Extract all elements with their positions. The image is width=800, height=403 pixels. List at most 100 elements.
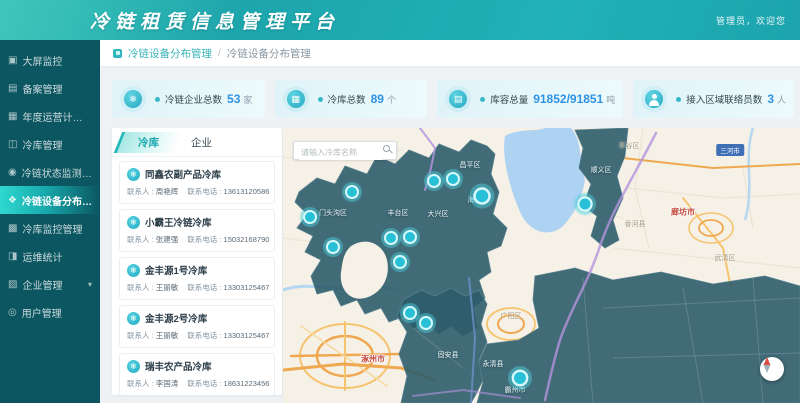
panel-tabs: 冷库 企业 <box>112 128 282 157</box>
stat-unit: 人 <box>777 93 786 106</box>
map-search-input[interactable] <box>299 145 383 160</box>
bullet-dot-icon <box>480 97 485 102</box>
breadcrumb-current: 冷链设备分布管理 <box>227 46 311 61</box>
stat-unit: 家 <box>243 93 252 106</box>
sidebar-item-label: 大屏监控 <box>22 53 62 68</box>
store-list-item[interactable]: ❄ 同鑫农副产品冷库联系人 : 周艳辉联系电话 : 13613120586 <box>119 161 275 204</box>
compass-needle-icon <box>760 357 774 373</box>
sidebar-item-label: 冷库监控管理 <box>22 221 82 236</box>
store-contact-row: 联系人 : 张建强联系电话 : 15032168790 <box>127 234 267 245</box>
user-greeting[interactable]: 管理员，欢迎您 <box>716 14 786 27</box>
coldstore-cluster-marker[interactable] <box>400 227 420 247</box>
stats-row: ❄ 冷链企业总数 53 家 ▦ 冷库总数 89 个 ▤ 库容总量 91852/9… <box>112 80 794 118</box>
monitor-icon: ▣ <box>8 55 17 66</box>
sidebar-item[interactable]: ◨ 运维统计 <box>0 242 100 270</box>
store-title: 小霸王冷链冷库 <box>145 215 212 229</box>
sidebar-item[interactable]: ▣ 大屏监控 <box>0 46 100 74</box>
sidebar-item-label: 运维统计 <box>22 249 62 264</box>
stat-value: 3 <box>767 92 774 106</box>
store-contact-row: 联系人 : 李国涛联系电话 : 18631223456 <box>127 378 267 389</box>
sidebar-item[interactable]: ▩ 冷库监控管理 <box>0 214 100 242</box>
map-search <box>293 141 397 160</box>
map-canvas[interactable]: 昌平区海淀区顺义区门头沟区丰台区大兴区固安县永清县霸州市涿州市廊坊市平谷区香河县… <box>283 128 800 403</box>
sidebar-item-label: 备案管理 <box>22 81 62 96</box>
coldstore-cluster-marker[interactable] <box>300 207 320 227</box>
coldstore-icon: ▦ <box>283 86 309 112</box>
search-icon[interactable] <box>383 145 392 154</box>
sidebar-item-label: 冷库管理 <box>22 137 62 152</box>
store-title: 瑞丰农产品冷库 <box>145 359 212 373</box>
sidebar-item[interactable]: ▤ 备案管理 <box>0 74 100 102</box>
store-list[interactable]: ❄ 同鑫农副产品冷库联系人 : 周艳辉联系电话 : 13613120586 ❄ 小霸王… <box>112 157 282 395</box>
sidebar-item[interactable]: ❖冷链设备分布管理 <box>0 186 100 214</box>
map-base-layer <box>283 128 800 403</box>
bullet-dot-icon <box>318 97 323 102</box>
file-icon: ▤ <box>8 83 17 94</box>
sidebar-item[interactable]: ◫ 冷库管理 <box>0 130 100 158</box>
sidebar: ▣ 大屏监控 ▤ 备案管理 ▦ 年度运营计划管理 ◫ 冷库管理 ◉ 冷链状态监测管理 ❖冷链设备分布… <box>0 40 100 403</box>
sidebar-item[interactable]: ▨企业管理▾ <box>0 270 100 298</box>
stat-value: 53 <box>227 92 240 106</box>
stat-unit: 吨 <box>606 93 615 106</box>
app-title: 冷链租赁信息管理平台 <box>90 7 340 34</box>
stat-unit: 个 <box>387 93 396 106</box>
stat-card-capacity: ▤ 库容总量 91852/91851 吨 <box>437 80 623 118</box>
store-contact-row: 联系人 : 周艳辉联系电话 : 13613120586 <box>127 186 267 197</box>
sidebar-item[interactable]: ◉ 冷链状态监测管理 <box>0 158 100 186</box>
tab-enterprise[interactable]: 企业 <box>175 131 228 154</box>
coldstore-cluster-marker[interactable] <box>416 313 436 333</box>
coldstore-cluster-marker[interactable] <box>470 184 495 209</box>
user-icon: ◎ <box>8 307 17 318</box>
sidebar-item-label: 冷链设备分布管理 <box>22 193 92 208</box>
store-title: 金丰源2号冷库 <box>145 311 207 325</box>
store-title: 金丰源1号冷库 <box>145 263 207 277</box>
tab-coldstore[interactable]: 冷库 <box>122 131 175 154</box>
person-icon <box>641 86 667 112</box>
store-list-item[interactable]: ❄ 金丰源1号冷库联系人 : 王丽敏联系电话 : 13303125467 <box>119 257 275 300</box>
sidebar-item[interactable]: ▦ 年度运营计划管理 <box>0 102 100 130</box>
sidebar-item-label: 用户管理 <box>22 305 62 320</box>
coldstore-cluster-marker[interactable] <box>342 182 362 202</box>
store-title: 同鑫农副产品冷库 <box>145 167 221 181</box>
stat-label: 库容总量 <box>490 92 528 106</box>
stat-label: 接入区域联络员数 <box>686 92 762 106</box>
gauge-icon: ◉ <box>8 167 17 178</box>
coldstore-cluster-marker[interactable] <box>574 193 596 215</box>
chart-icon: ◨ <box>8 251 17 262</box>
breadcrumb-root[interactable]: 冷链设备分布管理 <box>128 46 212 61</box>
building-icon: ▨ <box>8 279 17 290</box>
stat-card-coldstores: ▦ 冷库总数 89 个 <box>275 80 428 118</box>
bullet-dot-icon <box>676 97 681 102</box>
snowflake-icon: ❄ <box>127 264 140 277</box>
coldstore-cluster-marker[interactable] <box>508 366 532 390</box>
stat-label: 冷库总数 <box>328 92 366 106</box>
sidebar-item-label: 年度运营计划管理 <box>22 109 92 124</box>
warehouse-icon: ◫ <box>8 139 17 150</box>
stat-value: 91852/91851 <box>533 92 603 106</box>
coldstore-cluster-marker[interactable] <box>443 169 463 189</box>
store-list-item[interactable]: ❄ 金丰源2号冷库联系人 : 王丽敏联系电话 : 13303125467 <box>119 305 275 348</box>
sidebar-item[interactable]: ◎ 用户管理 <box>0 298 100 326</box>
chevron-down-icon: ▾ <box>88 280 92 289</box>
store-list-item[interactable]: ❄小霸王冷链冷库联系人 : 张建强联系电话 : 15032168790 <box>119 209 275 252</box>
store-list-item[interactable]: ❄ 瑞丰农产品冷库联系人 : 李国涛联系电话 : 18631223456 <box>119 353 275 395</box>
snowflake-icon: ❄ <box>127 312 140 325</box>
capacity-icon: ▤ <box>445 86 471 112</box>
store-contact-row: 联系人 : 王丽敏联系电话 : 13303125467 <box>127 282 267 293</box>
calendar-icon: ▦ <box>8 111 17 122</box>
snowflake-icon: ❄ <box>127 360 140 373</box>
coldstore-cluster-marker[interactable] <box>381 228 401 248</box>
enterprise-icon: ❄ <box>120 86 146 112</box>
main-content: 冷链设备分布管理 / 冷链设备分布管理 ❄ 冷链企业总数 53 家 ▦ 冷库总数… <box>100 40 800 403</box>
bullet-dot-icon <box>155 97 160 102</box>
store-contact-row: 联系人 : 王丽敏联系电话 : 13303125467 <box>127 330 267 341</box>
snowflake-icon: ❄ <box>127 168 140 181</box>
coldstore-cluster-marker[interactable] <box>323 237 343 257</box>
sidebar-item-label: 冷链状态监测管理 <box>22 165 92 180</box>
compass-control[interactable] <box>760 357 784 381</box>
breadcrumb-separator: / <box>218 47 221 59</box>
coldstore-cluster-marker[interactable] <box>424 171 444 191</box>
coldstore-cluster-marker[interactable] <box>390 252 410 272</box>
camera-icon: ▩ <box>8 223 17 234</box>
breadcrumb: 冷链设备分布管理 / 冷链设备分布管理 <box>100 40 800 66</box>
